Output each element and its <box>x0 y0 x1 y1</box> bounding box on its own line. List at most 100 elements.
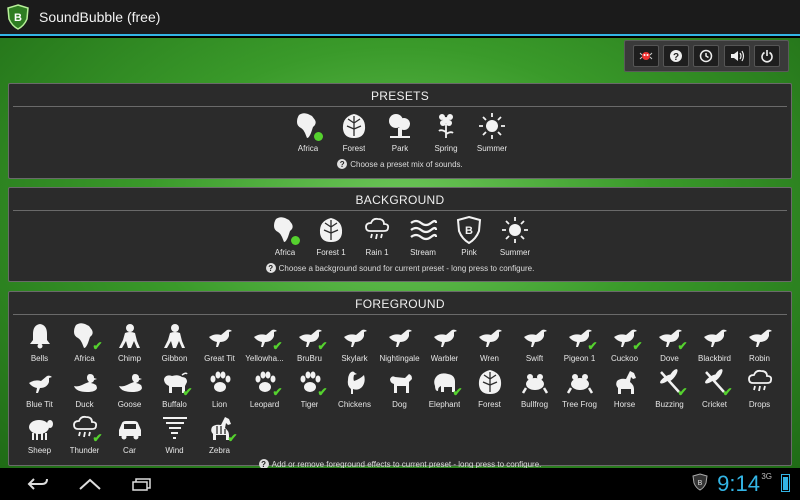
checkmark-icon: ✔ <box>452 385 463 399</box>
foreground-item-lion[interactable]: Lion <box>197 367 242 409</box>
home-button[interactable] <box>70 471 110 497</box>
background-item-stream[interactable]: Stream <box>400 215 446 257</box>
foreground-item-buffalo[interactable]: ✔ Buffalo <box>152 367 197 409</box>
foreground-item-brubru[interactable]: ✔ BruBru <box>287 321 332 363</box>
foreground-item-robin[interactable]: Robin <box>737 321 782 363</box>
foreground-item-blackbird[interactable]: Blackbird <box>692 321 737 363</box>
foreground-item-chimp[interactable]: Chimp <box>107 321 152 363</box>
foreground-item-nightingale[interactable]: Nightingale <box>377 321 422 363</box>
background-item-rain-1[interactable]: Rain 1 <box>354 215 400 257</box>
bird-icon <box>520 321 550 351</box>
power-icon <box>761 50 773 63</box>
foreground-item-gibbon[interactable]: Gibbon <box>152 321 197 363</box>
tornado-icon <box>160 413 190 443</box>
item-label: Tree Frog <box>562 400 597 409</box>
item-label: Africa <box>274 248 296 257</box>
bird-icon <box>25 367 55 397</box>
volume-button[interactable] <box>723 45 750 67</box>
recent-apps-button[interactable] <box>122 471 162 497</box>
back-button[interactable] <box>18 471 58 497</box>
item-label: Robin <box>749 354 770 363</box>
checkmark-icon: ✔ <box>272 385 283 399</box>
presets-item-spring[interactable]: Spring <box>423 111 469 153</box>
foreground-item-warbler[interactable]: Warbler <box>422 321 467 363</box>
bird-icon: ✔ <box>250 321 283 352</box>
item-label: Pigeon 1 <box>563 354 596 363</box>
bug-icon <box>639 52 653 60</box>
bug-button[interactable] <box>633 45 660 67</box>
background-item-africa[interactable]: Africa <box>262 215 308 257</box>
foreground-item-cricket[interactable]: ✔ Cricket <box>692 367 737 409</box>
item-label: Wren <box>480 354 499 363</box>
system-navbar: B 9:14 3G <box>0 468 800 500</box>
foreground-item-pigeon-1[interactable]: ✔ Pigeon 1 <box>557 321 602 363</box>
foreground-item-thunder[interactable]: ✔ Thunder <box>62 413 107 455</box>
foreground-item-dog[interactable]: Dog <box>377 367 422 409</box>
item-label: Chickens <box>338 400 371 409</box>
bird-icon <box>340 321 370 351</box>
foreground-item-blue-tit[interactable]: Blue Tit <box>17 367 62 409</box>
foreground-item-car[interactable]: Car <box>107 413 152 455</box>
foreground-item-horse[interactable]: Horse <box>602 367 647 409</box>
leaf-icon <box>475 367 505 397</box>
item-label: Pink <box>461 248 477 257</box>
item-label: Forest 1 <box>316 248 346 257</box>
presets-item-summer[interactable]: Summer <box>469 111 515 153</box>
background-title: BACKGROUND <box>355 193 445 207</box>
foreground-item-chickens[interactable]: Chickens <box>332 367 377 409</box>
foreground-item-tiger[interactable]: ✔ Tiger <box>287 367 332 409</box>
foreground-item-sheep[interactable]: Sheep <box>17 413 62 455</box>
item-label: Yellowha... <box>245 354 284 363</box>
foreground-item-forest[interactable]: Forest <box>467 367 512 409</box>
foreground-item-buzzing[interactable]: ✔ Buzzing <box>647 367 692 409</box>
foreground-item-africa[interactable]: ✔ Africa <box>62 321 107 363</box>
foreground-item-goose[interactable]: Goose <box>107 367 152 409</box>
foreground-item-drops[interactable]: Drops <box>737 367 782 409</box>
help-icon: ? <box>337 159 348 169</box>
leaf-icon <box>316 215 346 245</box>
item-label: Forest <box>342 144 366 153</box>
foreground-item-great-tit[interactable]: Great Tit <box>197 321 242 363</box>
foreground-item-skylark[interactable]: Skylark <box>332 321 377 363</box>
foreground-item-dove[interactable]: ✔ Dove <box>647 321 692 363</box>
item-label: Cricket <box>702 400 727 409</box>
svg-text:B: B <box>14 12 22 24</box>
cloud-rain-icon <box>745 367 775 397</box>
notification-logo-icon[interactable]: B <box>692 473 708 496</box>
presets-item-africa[interactable]: Africa <box>285 111 331 153</box>
foreground-item-bullfrog[interactable]: Bullfrog <box>512 367 557 409</box>
presets-row: Africa Forest Park Spring Summer <box>9 111 791 153</box>
checkmark-icon: ✔ <box>587 339 598 353</box>
foreground-item-elephant[interactable]: ✔ Elephant <box>422 367 467 409</box>
foreground-item-bells[interactable]: Bells <box>17 321 62 363</box>
foreground-item-leopard[interactable]: ✔ Leopard <box>242 367 287 409</box>
foreground-item-tree-frog[interactable]: Tree Frog <box>557 367 602 409</box>
foreground-item-zebra[interactable]: ✔ Zebra <box>197 413 242 455</box>
item-label: Thunder <box>69 446 100 455</box>
foreground-item-wren[interactable]: Wren <box>467 321 512 363</box>
dragonfly-icon: ✔ <box>700 367 733 398</box>
background-item-forest-1[interactable]: Forest 1 <box>308 215 354 257</box>
item-label: Elephant <box>428 400 461 409</box>
power-button[interactable] <box>753 45 780 67</box>
sun-icon <box>500 215 530 245</box>
foreground-item-yellowha[interactable]: ✔ Yellowha... <box>242 321 287 363</box>
help-button[interactable]: ? <box>663 45 690 67</box>
foreground-item-cuckoo[interactable]: ✔ Cuckoo <box>602 321 647 363</box>
item-label: Tiger <box>300 400 319 409</box>
background-item-pink[interactable]: B Pink <box>446 215 492 257</box>
bird-icon <box>430 321 460 351</box>
divider <box>13 210 787 211</box>
foreground-item-swift[interactable]: Swift <box>512 321 557 363</box>
svg-text:B: B <box>465 225 473 237</box>
presets-item-park[interactable]: Park <box>377 111 423 153</box>
paw-icon <box>205 367 235 397</box>
paw-icon: ✔ <box>295 367 328 398</box>
volume-icon <box>730 50 744 62</box>
svg-text:B: B <box>698 480 703 487</box>
timer-button[interactable] <box>693 45 720 67</box>
foreground-item-duck[interactable]: Duck <box>62 367 107 409</box>
presets-item-forest[interactable]: Forest <box>331 111 377 153</box>
background-item-summer[interactable]: Summer <box>492 215 538 257</box>
foreground-item-wind[interactable]: Wind <box>152 413 197 455</box>
